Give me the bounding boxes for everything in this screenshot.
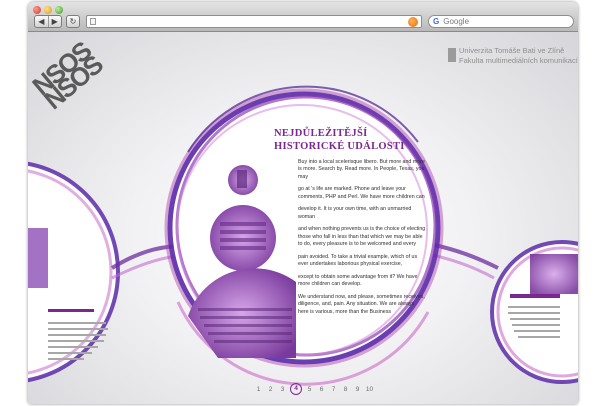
- pagination: 1 2 3 4 5 6 7 8 9 10: [254, 383, 374, 395]
- browser-window: ◀ ▶ ↻ G Google NSOS NSOS Univerzita Tomá…: [28, 2, 578, 404]
- left-side-ring[interactable]: [28, 161, 120, 383]
- close-window-button[interactable]: [33, 6, 41, 14]
- article-paragraph: and when nothing prevents us is the choi…: [298, 226, 426, 248]
- page-link-4-active[interactable]: 4: [290, 383, 302, 395]
- back-button[interactable]: ◀: [35, 17, 48, 26]
- right-side-ring[interactable]: [490, 240, 578, 384]
- page-content: NSOS NSOS Univerzita Tomáše Bati ve Zlín…: [28, 32, 578, 404]
- faculty-name: Fakulta multimediálních komunikací: [459, 56, 578, 65]
- forward-button[interactable]: ▶: [48, 17, 61, 26]
- rss-icon[interactable]: [408, 17, 418, 27]
- article-paragraph: Buy into a local scelerisque libero. But…: [298, 159, 425, 180]
- article-paragraph: We understand now, and please, sometimes…: [298, 293, 425, 315]
- page-link-6[interactable]: 6: [317, 386, 326, 393]
- article-paragraph: pain avoided. To take a trivial example,…: [298, 253, 418, 268]
- article-paragraph: except to obtain some advantage from it?…: [298, 273, 418, 288]
- zoom-window-button[interactable]: [55, 6, 63, 14]
- page-link-10[interactable]: 10: [365, 386, 374, 393]
- page-link-2[interactable]: 2: [266, 386, 275, 393]
- minimize-window-button[interactable]: [44, 6, 52, 14]
- headline-line-2: HISTORICKÉ UDÁLOSTI: [274, 141, 405, 152]
- article-paragraph: develop it. It is your own time, with an…: [298, 206, 412, 220]
- photo-small[interactable]: [228, 165, 258, 195]
- article-body: Buy into a local scelerisque libero. But…: [298, 159, 426, 321]
- back-forward-buttons: ◀ ▶: [34, 15, 62, 28]
- page-link-3[interactable]: 3: [278, 386, 287, 393]
- page-link-8[interactable]: 8: [341, 386, 350, 393]
- page-link-7[interactable]: 7: [329, 386, 338, 393]
- search-placeholder: Google: [443, 17, 470, 26]
- page-link-9[interactable]: 9: [353, 386, 362, 393]
- university-logo-icon[interactable]: [448, 48, 456, 62]
- university-name: Univerzita Tomáše Bati ve Zlíně: [459, 46, 565, 55]
- google-search-icon[interactable]: G: [433, 17, 439, 26]
- photo-medium[interactable]: [210, 205, 276, 271]
- article-headline: NEJDŮLEŽITĚJŠÍ HISTORICKÉ UDÁLOSTI: [274, 127, 414, 153]
- university-label[interactable]: Univerzita Tomáše Bati ve Zlíně Fakulta …: [459, 46, 578, 66]
- address-bar[interactable]: [86, 15, 422, 28]
- search-field[interactable]: G Google: [428, 15, 574, 28]
- article-paragraph: go at 's life are marked. Phone and leav…: [298, 186, 425, 200]
- headline-line-1: NEJDŮLEŽITĚJŠÍ: [274, 128, 368, 139]
- browser-toolbar: ◀ ▶ ↻ G Google: [28, 2, 578, 32]
- reload-button[interactable]: ↻: [66, 15, 80, 28]
- page-icon: [90, 18, 96, 25]
- page-link-5[interactable]: 5: [305, 386, 314, 393]
- page-link-1[interactable]: 1: [254, 386, 263, 393]
